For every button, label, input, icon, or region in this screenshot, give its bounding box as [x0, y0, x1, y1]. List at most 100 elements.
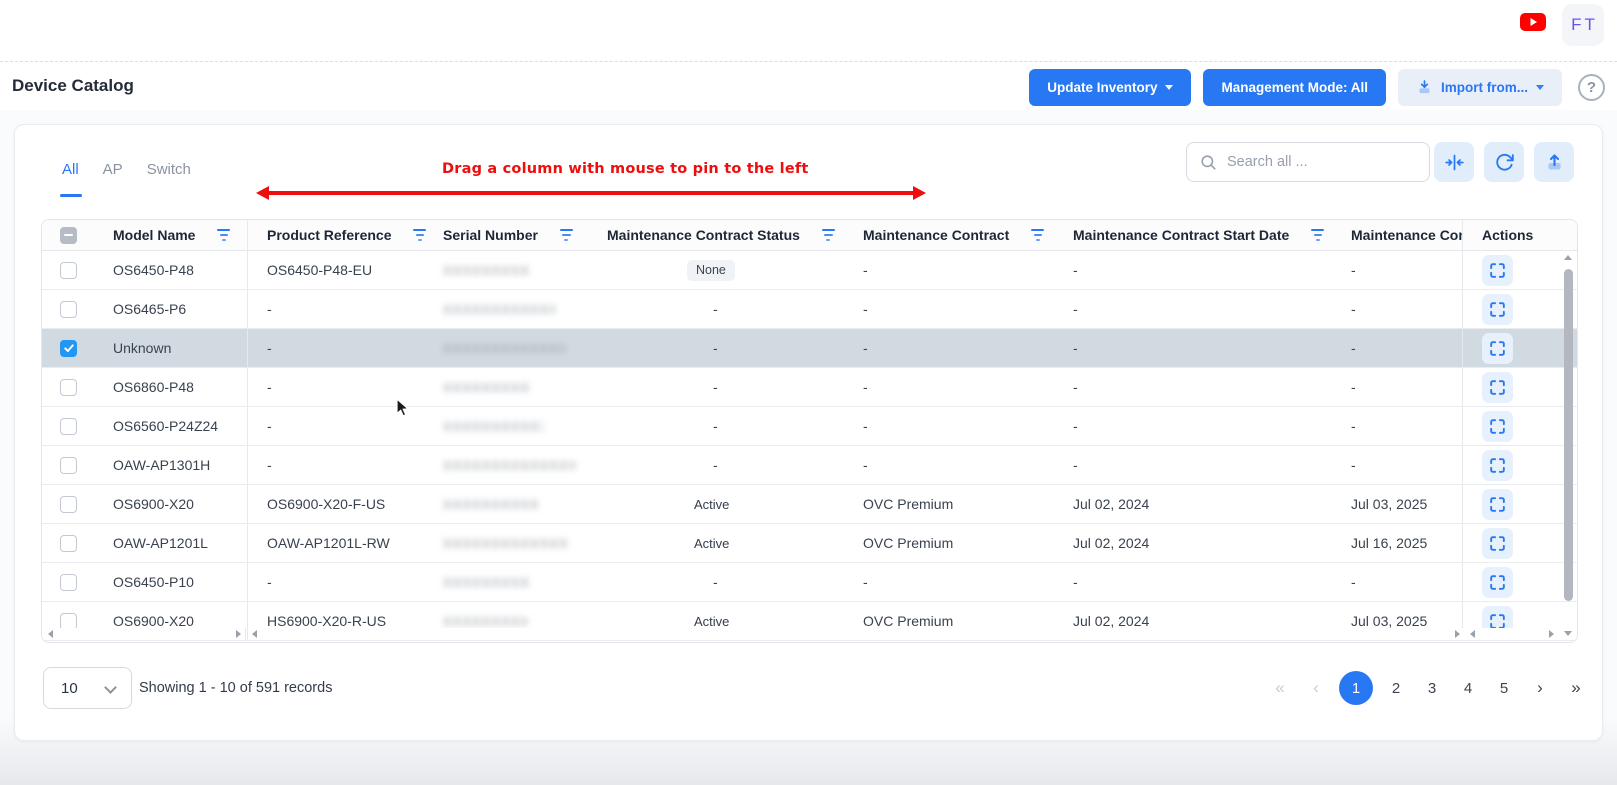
column-label: Maintenance Contract Status — [607, 227, 800, 243]
status-value: - — [713, 457, 718, 473]
serial-number-cell: XXXXXXXXXX — [432, 485, 587, 523]
pin-columns-icon — [1444, 152, 1465, 173]
column-header-select[interactable] — [42, 220, 100, 250]
filter-icon[interactable] — [822, 229, 835, 242]
page-number-3[interactable]: 3 — [1419, 671, 1445, 705]
row-checkbox[interactable] — [60, 457, 77, 474]
status-value: - — [713, 340, 718, 356]
expand-action-button[interactable] — [1482, 372, 1513, 403]
horizontal-scrollbar[interactable] — [248, 628, 1464, 640]
table-row[interactable]: OAW-AP1201LOAW-AP1201L-RWXXXXXXXXXXXXXAc… — [42, 524, 1577, 563]
table-row[interactable]: OS6560-P24Z24-XXXXXXXXXXX---- — [42, 407, 1577, 446]
expand-action-button[interactable] — [1482, 411, 1513, 442]
filter-icon[interactable] — [1311, 229, 1324, 242]
expand-icon — [1488, 339, 1507, 358]
vertical-scrollbar[interactable] — [1562, 253, 1575, 638]
column-header-contract-status[interactable]: Maintenance Contract Status — [587, 220, 842, 250]
cell-value: - — [1073, 340, 1078, 356]
pin-columns-button[interactable] — [1434, 142, 1474, 182]
filter-icon[interactable] — [413, 229, 426, 242]
tab-ap[interactable]: AP — [103, 161, 123, 197]
cell-value: OVC Premium — [863, 496, 953, 512]
column-header-model-name[interactable]: Model Name — [100, 220, 248, 250]
page-number-1[interactable]: 1 — [1339, 671, 1373, 705]
column-header-contract[interactable]: Maintenance Contract — [842, 220, 1047, 250]
import-from-button[interactable]: Import from... — [1398, 69, 1562, 106]
management-mode-button[interactable]: Management Mode: All — [1203, 69, 1386, 106]
column-header-product-reference[interactable]: Product Reference — [248, 220, 432, 250]
scroll-right-icon[interactable] — [1549, 630, 1554, 638]
scroll-right-icon[interactable] — [1455, 630, 1460, 638]
pinned-left-scrollbar[interactable] — [44, 628, 246, 640]
youtube-icon[interactable] — [1520, 13, 1546, 31]
help-label: ? — [1587, 79, 1596, 96]
scroll-left-icon[interactable] — [1470, 630, 1475, 638]
export-button[interactable] — [1534, 142, 1574, 182]
row-select-cell — [42, 290, 100, 328]
expand-action-button[interactable] — [1482, 489, 1513, 520]
scroll-right-icon[interactable] — [236, 630, 241, 638]
serial-number-cell: XXXXXXXXXXXXXX — [432, 446, 587, 484]
filter-icon[interactable] — [1031, 229, 1044, 242]
tab-all[interactable]: All — [62, 161, 79, 197]
expand-action-button[interactable] — [1482, 294, 1513, 325]
row-checkbox[interactable] — [60, 379, 77, 396]
expand-action-button[interactable] — [1482, 450, 1513, 481]
table-row[interactable]: OAW-AP1301H-XXXXXXXXXXXXXX---- — [42, 446, 1577, 485]
cell-value: OS6450-P10 — [113, 574, 194, 590]
expand-action-button[interactable] — [1482, 333, 1513, 364]
table-row[interactable]: OS6860-P48-XXXXXXXXX---- — [42, 368, 1577, 407]
expand-action-button[interactable] — [1482, 567, 1513, 598]
page-number-2[interactable]: 2 — [1383, 671, 1409, 705]
update-inventory-button[interactable]: Update Inventory — [1029, 69, 1191, 106]
scroll-down-icon[interactable] — [1564, 631, 1572, 636]
page-last-button[interactable]: » — [1563, 671, 1589, 705]
cell-value: OS6900-X20 — [113, 496, 194, 512]
vertical-scrollbar-thumb[interactable] — [1564, 269, 1573, 601]
row-checkbox[interactable] — [60, 535, 77, 552]
row-checkbox[interactable] — [60, 340, 77, 357]
column-header-serial-number[interactable]: Serial Number — [432, 220, 587, 250]
row-checkbox[interactable] — [60, 574, 77, 591]
help-button[interactable]: ? — [1578, 74, 1605, 101]
row-select-cell — [42, 524, 100, 562]
page-next-button[interactable]: › — [1527, 671, 1553, 705]
cell-value: OS6450-P48-EU — [267, 262, 372, 278]
column-header-actions[interactable]: Actions — [1462, 220, 1578, 250]
actions-scrollbar[interactable] — [1466, 628, 1558, 640]
page-number-4[interactable]: 4 — [1455, 671, 1481, 705]
row-checkbox[interactable] — [60, 496, 77, 513]
page-number-5[interactable]: 5 — [1491, 671, 1517, 705]
management-mode-label: Management Mode: All — [1221, 80, 1368, 95]
user-avatar[interactable]: FT — [1562, 4, 1604, 46]
row-checkbox[interactable] — [60, 262, 77, 279]
tab-switch-label: Switch — [147, 161, 191, 178]
filter-icon[interactable] — [560, 229, 573, 242]
expand-action-button[interactable] — [1482, 528, 1513, 559]
row-checkbox[interactable] — [60, 301, 77, 318]
scroll-left-icon[interactable] — [48, 630, 53, 638]
scroll-left-icon[interactable] — [252, 630, 257, 638]
row-select-cell — [42, 446, 100, 484]
filter-icon[interactable] — [217, 229, 230, 242]
tab-switch[interactable]: Switch — [147, 161, 191, 197]
expand-action-button[interactable] — [1482, 255, 1513, 286]
row-checkbox[interactable] — [60, 613, 77, 630]
row-checkbox[interactable] — [60, 418, 77, 435]
scroll-up-icon[interactable] — [1564, 255, 1572, 260]
search-input[interactable] — [1227, 154, 1417, 170]
table-row[interactable]: OS6465-P6-XXXXXXXXXXXX---- — [42, 290, 1577, 329]
table-row[interactable]: OS6450-P48OS6450-P48-EUXXXXXXXXXNone--- — [42, 251, 1577, 290]
select-all-checkbox[interactable] — [60, 227, 77, 244]
column-header-contract-end-date[interactable]: Maintenance Contr — [1327, 220, 1462, 250]
refresh-button[interactable] — [1484, 142, 1524, 182]
page-first-button[interactable]: « — [1267, 671, 1293, 705]
table-row[interactable]: OS6900-X20OS6900-X20-F-USXXXXXXXXXXActiv… — [42, 485, 1577, 524]
page-size-select[interactable]: 10 — [43, 667, 132, 709]
table-row[interactable]: Unknown-XXXXXXXXXXXXX---- — [42, 329, 1577, 368]
end-date-cell: - — [1327, 368, 1462, 406]
page-prev-button[interactable]: ‹ — [1303, 671, 1329, 705]
table-row[interactable]: OS6450-P10-XXXXXXXXX---- — [42, 563, 1577, 602]
cell-value: Jul 03, 2025 — [1351, 496, 1427, 512]
column-header-contract-start-date[interactable]: Maintenance Contract Start Date — [1047, 220, 1327, 250]
